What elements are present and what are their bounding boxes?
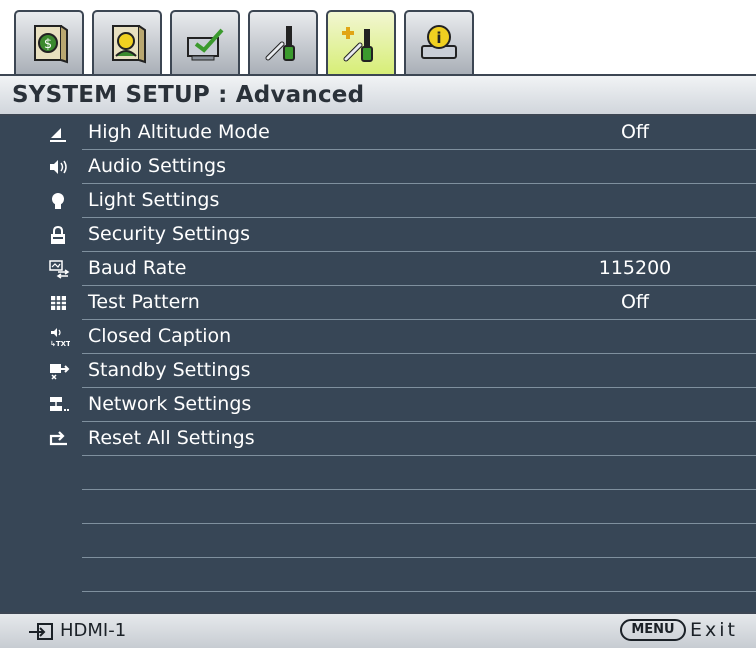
empty-row — [0, 490, 756, 524]
picture-icon: $ — [34, 25, 68, 64]
menu-item-label: Test Pattern — [88, 291, 200, 313]
menu-item-light-settings[interactable]: Light Settings — [0, 184, 756, 218]
empty-row — [0, 456, 756, 490]
menu-item-value: Off — [620, 121, 650, 143]
svg-text:↳TXT: ↳TXT — [50, 340, 70, 347]
display-icon — [187, 28, 224, 61]
tab-display[interactable] — [170, 10, 240, 74]
network-icon — [50, 397, 69, 411]
menu-item-label: Network Settings — [88, 393, 252, 415]
menu-item-test-pattern[interactable]: Test Pattern Off — [0, 286, 756, 320]
standby-icon — [50, 364, 70, 380]
lamp-icon — [52, 193, 64, 209]
svg-text:$: $ — [44, 37, 52, 52]
input-source-icon — [29, 623, 53, 640]
lock-icon — [51, 225, 65, 244]
menu-item-value: Off — [620, 291, 650, 313]
grid-icon — [51, 296, 66, 310]
input-source-label: HDMI-1 — [60, 620, 127, 641]
system-setup-basic-icon — [265, 26, 295, 61]
information-icon: i — [421, 25, 457, 59]
projector-osd: $ i SYSTEM SETUP: Advanced High Altitud… — [0, 0, 756, 648]
menu-item-baud-rate[interactable]: Baud Rate 115200 — [0, 252, 756, 286]
menu-panel: High Altitude Mode Off Audio Settings Li… — [0, 116, 756, 612]
menu-item-audio-settings[interactable]: Audio Settings — [0, 150, 756, 184]
empty-row — [0, 558, 756, 592]
menu-item-security-settings[interactable]: Security Settings — [0, 218, 756, 252]
mountain-icon — [50, 128, 66, 142]
tab-information[interactable]: i — [404, 10, 474, 74]
menu-item-label: Baud Rate — [88, 257, 187, 279]
menu-item-standby-settings[interactable]: Standby Settings — [0, 354, 756, 388]
tab-system-setup-advanced[interactable] — [326, 10, 396, 76]
exit-label: Exit — [690, 619, 738, 641]
menu-item-network-settings[interactable]: Network Settings — [0, 388, 756, 422]
menu-item-label: High Altitude Mode — [88, 121, 270, 143]
menu-key-button[interactable]: MENU — [620, 619, 686, 641]
tab-picture[interactable]: $ — [14, 10, 84, 74]
page-title: SYSTEM SETUP : Advanced — [12, 82, 365, 108]
menu-tabs: $ i — [14, 10, 756, 76]
menu-item-value: 115200 — [598, 257, 672, 279]
title-bar: SYSTEM SETUP : Advanced — [0, 76, 756, 116]
menu-item-reset-all-settings[interactable]: Reset All Settings — [0, 422, 756, 456]
system-setup-advanced-icon — [342, 27, 373, 62]
status-bar: HDMI-1 MENU Exit — [0, 612, 756, 648]
caption-icon: ↳TXT — [50, 328, 70, 347]
empty-row — [0, 524, 756, 558]
menu-item-closed-caption[interactable]: ↳TXT Closed Caption — [0, 320, 756, 354]
row-divider — [82, 591, 756, 592]
menu-item-label: Standby Settings — [88, 359, 251, 381]
svg-text:i: i — [436, 29, 441, 47]
menu-item-label: Closed Caption — [88, 325, 232, 347]
advanced-picture-icon — [112, 25, 146, 64]
tab-advanced-picture[interactable] — [92, 10, 162, 74]
menu-item-label: Audio Settings — [88, 155, 226, 177]
menu-item-label: Reset All Settings — [88, 427, 255, 449]
tab-system-setup-basic[interactable] — [248, 10, 318, 74]
menu-item-label: Light Settings — [88, 189, 220, 211]
speaker-icon — [50, 160, 67, 174]
menu-item-label: Security Settings — [88, 223, 250, 245]
menu-item-high-altitude-mode[interactable]: High Altitude Mode Off — [0, 116, 756, 150]
baud-rate-icon — [49, 260, 70, 279]
reset-icon — [49, 431, 67, 446]
